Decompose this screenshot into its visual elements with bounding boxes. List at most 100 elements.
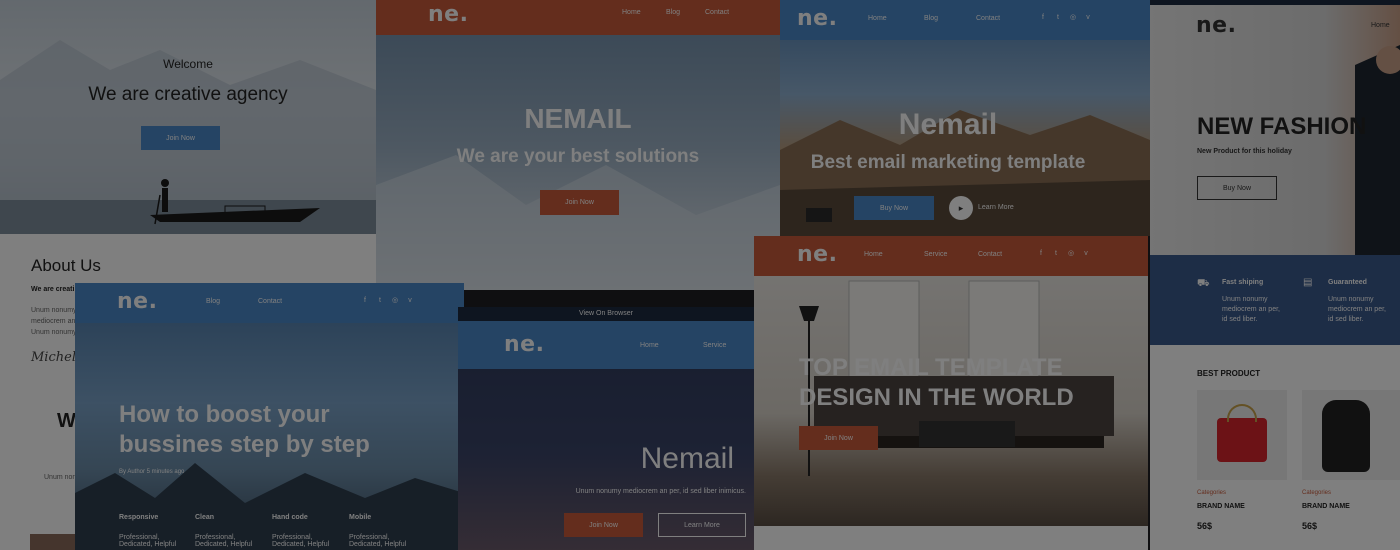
c4-subtitle: New Product for this holiday	[1197, 148, 1292, 155]
c5-twitter-icon[interactable]: t	[376, 297, 384, 305]
c7-facebook-icon[interactable]: f	[1037, 250, 1045, 258]
template-card-top-email: ne. Home Service Contact f t ◎ v TOP EMA…	[754, 236, 1148, 550]
about-text-1: Unum nonumy	[31, 307, 77, 314]
c4-feature-2-line1: Unum nonumy	[1328, 296, 1374, 303]
about-lead: We are creati	[31, 286, 75, 293]
c2-logo[interactable]: ne.	[428, 2, 468, 27]
c4-product-1-price: 56$	[1197, 521, 1213, 531]
c5-facebook-icon[interactable]: f	[361, 297, 369, 305]
c3-vimeo-icon[interactable]: v	[1084, 14, 1092, 22]
c5-instagram-icon[interactable]: ◎	[391, 297, 399, 305]
c7-vimeo-icon[interactable]: v	[1082, 250, 1090, 258]
c4-best-title: BEST PRODUCT	[1197, 369, 1261, 378]
c4-product-1-image[interactable]	[1197, 390, 1287, 480]
c5-title-line1: How to boost your	[119, 401, 330, 428]
c5-col-2-text: Professional, Dedicated, Helpful	[195, 534, 253, 548]
lower-thumb	[30, 534, 75, 550]
c2-title: NEMAIL	[524, 103, 632, 134]
c7-nav-home[interactable]: Home	[864, 251, 883, 258]
c3-nav-blog[interactable]: Blog	[924, 15, 938, 22]
c6-learn-button[interactable]: Learn More	[658, 513, 746, 537]
agency-join-button[interactable]: Join Now	[141, 126, 220, 150]
c4-title: NEW FASHION	[1197, 113, 1367, 140]
c6-join-button[interactable]: Join Now	[564, 513, 643, 537]
c5-nav-contact[interactable]: Contact	[258, 298, 282, 305]
lower-unum: Unum non	[44, 474, 77, 481]
c5-author: By Author 5 minutes ago	[119, 469, 185, 475]
c7-header: ne. Home Service Contact f t ◎ v	[754, 236, 1148, 276]
agency-hero: Welcome We are creative agency Join Now	[0, 0, 376, 234]
signature: Michel	[31, 350, 76, 365]
c2-nav-blog[interactable]: Blog	[666, 9, 680, 16]
about-text-3: Unum nonumy	[31, 329, 77, 336]
clipboard-icon: ▤	[1303, 277, 1313, 288]
c2-header: ne. Home Blog Contact	[376, 0, 780, 35]
template-card-boost: ne. Blog Contact f t ◎ v How to boost yo…	[75, 283, 464, 550]
c4-feature-1-line2: mediocrem an per,	[1222, 306, 1280, 313]
c7-nav-contact[interactable]: Contact	[978, 251, 1002, 258]
template-card-agency-lower: W Unum non	[0, 388, 80, 550]
c4-nav-home[interactable]: Home	[1371, 22, 1390, 29]
c4-hero: ne. Home NEW FASHION New Product for thi…	[1150, 5, 1400, 255]
c3-header: ne. Home Blog Contact f t ◎ v	[780, 0, 1150, 40]
c2-nav-contact[interactable]: Contact	[705, 9, 729, 16]
c2-subtitle: We are your best solutions	[456, 146, 700, 167]
red-bag-icon	[1217, 418, 1267, 462]
c5-col-2-title: Clean	[195, 514, 215, 521]
c2-nav-home[interactable]: Home	[622, 9, 641, 16]
c3-twitter-icon[interactable]: t	[1054, 14, 1062, 22]
c4-product-1-name: BRAND NAME	[1197, 503, 1245, 510]
c7-nav-service[interactable]: Service	[924, 251, 947, 258]
c6-header: ne. Home Service	[458, 321, 754, 369]
c5-logo[interactable]: ne.	[117, 289, 157, 314]
c3-buy-button[interactable]: Buy Now	[854, 196, 934, 220]
c7-hero: TOP EMAIL TEMPLATE DESIGN IN THE WORLD J…	[754, 276, 1148, 526]
c3-subtitle: Best email marketing template	[810, 152, 1086, 173]
c3-nav-contact[interactable]: Contact	[976, 15, 1000, 22]
c5-col-1-text: Professional, Dedicated, Helpful	[119, 534, 177, 548]
template-card-nemail-dark: View On Browser ne. Home Service Nemail …	[458, 307, 754, 550]
c6-nav-home[interactable]: Home	[640, 342, 659, 349]
c2-join-button[interactable]: Join Now	[540, 190, 619, 215]
c6-title: Nemail	[640, 442, 734, 475]
lake-illustration	[0, 40, 376, 234]
agency-headline: We are creative agency	[88, 84, 288, 105]
c6-logo[interactable]: ne.	[504, 332, 544, 357]
c3-logo[interactable]: ne.	[797, 6, 837, 31]
c4-feature-2-line3: id sed liber.	[1328, 316, 1364, 323]
c3-play-icon[interactable]: ▸	[949, 196, 973, 220]
c7-join-button[interactable]: Join Now	[799, 426, 878, 450]
c4-logo[interactable]: ne.	[1196, 13, 1236, 38]
c7-title-line2: DESIGN IN THE WORLD	[799, 384, 1074, 411]
c5-col-1-title: Responsive	[119, 514, 159, 521]
backpack-icon	[1322, 400, 1370, 472]
about-text-2: mediocrem an	[31, 318, 76, 325]
c3-instagram-icon[interactable]: ◎	[1069, 14, 1077, 22]
c4-feature-2-title: Guaranteed	[1328, 279, 1367, 286]
c3-learn-link[interactable]: Learn More	[978, 204, 1014, 211]
c6-nav-service[interactable]: Service	[703, 342, 726, 349]
c5-col-3-title: Hand code	[272, 514, 308, 521]
c7-title-line1: TOP EMAIL TEMPLATE	[799, 354, 1063, 381]
c4-product-2-category: Categories	[1302, 490, 1332, 496]
c5-col-3-text: Professional, Dedicated, Helpful	[272, 534, 330, 548]
agency-welcome: Welcome	[163, 57, 213, 71]
c5-vimeo-icon[interactable]: v	[406, 297, 414, 305]
lower-w-heading: W	[57, 410, 76, 432]
bag-handle	[1227, 404, 1257, 422]
c5-nav-blog[interactable]: Blog	[206, 298, 220, 305]
c5-col-4-title: Mobile	[349, 514, 372, 521]
c4-buy-button[interactable]: Buy Now	[1197, 176, 1277, 200]
c6-view-bar: View On Browser	[458, 307, 754, 321]
c4-product-2-image[interactable]	[1302, 390, 1400, 480]
c6-view-browser[interactable]: View On Browser	[458, 310, 754, 317]
c3-facebook-icon[interactable]: f	[1039, 14, 1047, 22]
c3-title: Nemail	[898, 108, 998, 141]
c3-nav-home[interactable]: Home	[868, 15, 887, 22]
c7-twitter-icon[interactable]: t	[1052, 250, 1060, 258]
c4-product-2-price: 56$	[1302, 521, 1318, 531]
truck-icon: ⛟	[1197, 278, 1210, 289]
c7-logo[interactable]: ne.	[797, 242, 837, 267]
c4-feature-1-line3: id sed liber.	[1222, 316, 1258, 323]
c7-instagram-icon[interactable]: ◎	[1067, 250, 1075, 258]
